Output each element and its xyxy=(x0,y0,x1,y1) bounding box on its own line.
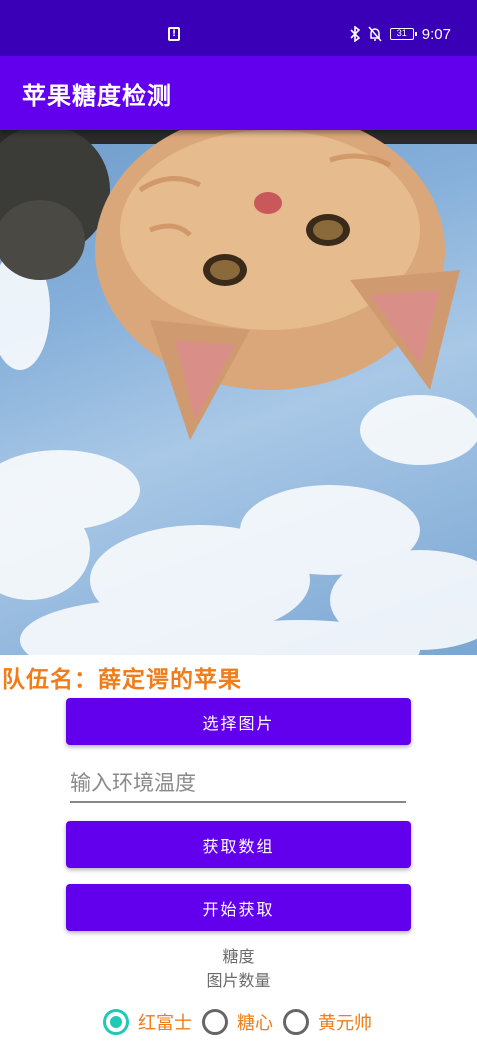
radio-sugar-heart[interactable]: 糖心 xyxy=(202,1009,273,1035)
mute-icon xyxy=(368,26,382,42)
status-time: 9:07 xyxy=(421,25,451,43)
status-icons: 31 9:07 xyxy=(350,24,451,44)
image-count-text: 图片数量 xyxy=(206,971,271,990)
variety-radio-group: 红富士 糖心 黄元帅 xyxy=(103,1007,382,1037)
radio-unchecked-icon xyxy=(283,1009,309,1035)
radio-unchecked-icon xyxy=(202,1009,228,1035)
sugar-text: 糖度 xyxy=(222,947,255,966)
app-bar: 苹果糖度检测 xyxy=(0,56,477,130)
get-array-button[interactable]: 获取数组 xyxy=(66,821,411,868)
radio-label: 黄元帅 xyxy=(318,1013,372,1034)
select-image-button[interactable]: 选择图片 xyxy=(66,698,411,745)
radio-golden-delicious[interactable]: 黄元帅 xyxy=(283,1009,372,1035)
radio-checked-icon xyxy=(103,1009,129,1035)
page-title: 苹果糖度检测 xyxy=(22,82,172,110)
radio-fuji[interactable]: 红富士 xyxy=(103,1009,192,1035)
temperature-input[interactable] xyxy=(70,765,406,801)
cat-photo xyxy=(0,130,477,655)
temperature-field-wrapper xyxy=(70,765,406,803)
bluetooth-icon xyxy=(350,26,360,42)
start-fetch-button[interactable]: 开始获取 xyxy=(66,884,411,931)
status-bar: ! 31 9:07 xyxy=(0,0,477,56)
radio-label: 糖心 xyxy=(237,1013,273,1034)
battery-icon: 31 xyxy=(389,28,417,40)
notification-icon: ! xyxy=(168,27,180,41)
team-name: 队伍名：薛定谔的苹果 xyxy=(2,667,242,693)
radio-label: 红富士 xyxy=(138,1013,192,1034)
battery-level: 31 xyxy=(396,28,407,38)
